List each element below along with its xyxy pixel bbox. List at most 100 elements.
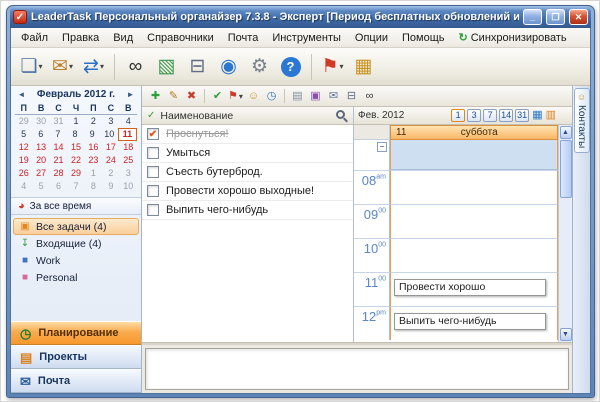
calendar-day[interactable]: 6: [50, 180, 67, 193]
range-button[interactable]: 31: [515, 109, 529, 122]
calendar-day[interactable]: 13: [32, 141, 49, 154]
timeline-mode-icon[interactable]: ▥: [546, 110, 556, 121]
calendar-day[interactable]: 21: [50, 154, 67, 167]
calendar-next-icon[interactable]: ►: [124, 90, 137, 99]
day-cell[interactable]: [390, 238, 558, 272]
calendar-day[interactable]: 29: [15, 115, 32, 128]
complete-task-button[interactable]: ✔: [209, 88, 226, 105]
task-row[interactable]: ✔Проснуться!: [142, 125, 353, 144]
maximize-button[interactable]: ❐: [546, 9, 565, 25]
print-button[interactable]: ⊟: [183, 52, 212, 82]
calendar-day[interactable]: 7: [49, 128, 66, 141]
menu-item[interactable]: Файл: [14, 30, 55, 46]
calendar-day[interactable]: 6: [32, 128, 49, 141]
calendar-day[interactable]: 10: [101, 128, 118, 141]
range-button[interactable]: 1: [451, 109, 465, 122]
search-icon[interactable]: [336, 110, 345, 119]
task-checkbox[interactable]: [147, 204, 159, 216]
task-checkbox[interactable]: ✔: [147, 128, 159, 140]
calendar-day[interactable]: 20: [32, 154, 49, 167]
calendar-day[interactable]: 26: [15, 167, 32, 180]
calendar-day[interactable]: 15: [67, 141, 84, 154]
scroll-down-icon[interactable]: ▼: [560, 328, 572, 341]
calendar-day[interactable]: 11: [118, 128, 137, 141]
close-button[interactable]: ✕: [569, 9, 588, 25]
task-row[interactable]: Умыться: [142, 144, 353, 163]
calendar-day[interactable]: 8: [66, 128, 83, 141]
menu-item[interactable]: Помощь: [395, 30, 452, 46]
calendar-day[interactable]: 31: [50, 115, 67, 128]
task-checkbox[interactable]: [147, 166, 159, 178]
day-cell[interactable]: [390, 204, 558, 238]
tree-item[interactable]: ■Personal: [13, 269, 139, 286]
delete-task-button[interactable]: ✖: [183, 88, 200, 105]
calendar-day[interactable]: 30: [32, 115, 49, 128]
calendar-day[interactable]: 23: [85, 154, 102, 167]
contacts-tab[interactable]: ☺ Контакты: [574, 88, 590, 153]
scrollbar-thumb[interactable]: [560, 140, 572, 198]
menu-item[interactable]: Почта: [221, 30, 266, 46]
calendar-day[interactable]: 2: [85, 115, 102, 128]
task-row[interactable]: Провести хорошо выходные!: [142, 182, 353, 201]
globe-button[interactable]: ◉: [214, 52, 243, 82]
calendar-day[interactable]: 19: [15, 154, 32, 167]
calendar-day[interactable]: 1: [85, 167, 102, 180]
calendar-day[interactable]: 5: [32, 180, 49, 193]
menu-item[interactable]: Правка: [55, 30, 106, 46]
all-day-area[interactable]: [390, 140, 558, 170]
menu-item-sync[interactable]: ↻Синхронизировать: [452, 29, 574, 46]
calendar-day[interactable]: 5: [15, 128, 32, 141]
edit-task-button[interactable]: ✎: [165, 88, 182, 105]
calendar-prev-icon[interactable]: ◄: [15, 90, 28, 99]
task-list-header[interactable]: ✓ Наименование: [142, 107, 353, 125]
new-mail-button[interactable]: ✉▾: [48, 52, 77, 82]
range-button[interactable]: 3: [467, 109, 481, 122]
calendar-day[interactable]: 10: [120, 180, 137, 193]
scrollbar-track[interactable]: [560, 139, 572, 328]
menu-item[interactable]: Опции: [348, 30, 395, 46]
scroll-up-icon[interactable]: ▲: [560, 126, 572, 139]
day-column-header[interactable]: 11 суббота: [390, 125, 558, 140]
category-button[interactable]: ▣: [307, 88, 324, 105]
calendar-day[interactable]: 29: [67, 167, 84, 180]
images-button[interactable]: ▧: [152, 52, 181, 82]
note-button[interactable]: ▤: [289, 88, 306, 105]
calendar-day[interactable]: 3: [120, 167, 137, 180]
task-row[interactable]: Съесть бутерброд.: [142, 163, 353, 182]
calendar-day[interactable]: 4: [120, 115, 137, 128]
calendar-day[interactable]: 7: [67, 180, 84, 193]
flag-button[interactable]: ⚑▾: [227, 88, 244, 105]
event-item[interactable]: Провести хорошо: [394, 279, 546, 296]
task-row[interactable]: Выпить чего-нибудь: [142, 201, 353, 220]
search-button[interactable]: ∞: [361, 88, 378, 105]
calendar-day[interactable]: 28: [50, 167, 67, 180]
nav-button[interactable]: ◷Планирование: [11, 321, 141, 345]
print-button[interactable]: ⊟: [343, 88, 360, 105]
tree-item[interactable]: ■Work: [13, 252, 139, 269]
title-bar[interactable]: ✓ LeaderTask Персональный органайзер 7.3…: [10, 6, 591, 28]
range-button[interactable]: 14: [499, 109, 513, 122]
calendar-day[interactable]: 8: [85, 180, 102, 193]
tree-item[interactable]: ▣Все задачи (4): [13, 218, 139, 235]
notes-field[interactable]: [145, 348, 569, 390]
menu-item[interactable]: Справочники: [140, 30, 221, 46]
calendar-day[interactable]: 3: [102, 115, 119, 128]
calendar-day[interactable]: 24: [102, 154, 119, 167]
calendar-day[interactable]: 1: [67, 115, 84, 128]
calendar-mode-icon[interactable]: ▦: [532, 110, 542, 121]
calendar-day[interactable]: 22: [67, 154, 84, 167]
collapse-icon[interactable]: −: [377, 142, 387, 152]
day-cell[interactable]: [390, 170, 558, 204]
mail-button[interactable]: ✉: [325, 88, 342, 105]
import-export-button[interactable]: ⇄▾: [79, 52, 108, 82]
clock-button[interactable]: ◷: [263, 88, 280, 105]
calendar-day[interactable]: 14: [50, 141, 67, 154]
settings-gear-button[interactable]: ⚙: [245, 52, 274, 82]
task-checkbox[interactable]: [147, 185, 159, 197]
search-button[interactable]: ∞: [121, 52, 150, 82]
calendar-day[interactable]: 9: [84, 128, 101, 141]
flag-button[interactable]: ⚑▾: [318, 52, 347, 82]
calendar-day[interactable]: 12: [15, 141, 32, 154]
nav-button[interactable]: ▤Проекты: [11, 345, 141, 369]
new-item-button[interactable]: ❏▾: [17, 52, 46, 82]
